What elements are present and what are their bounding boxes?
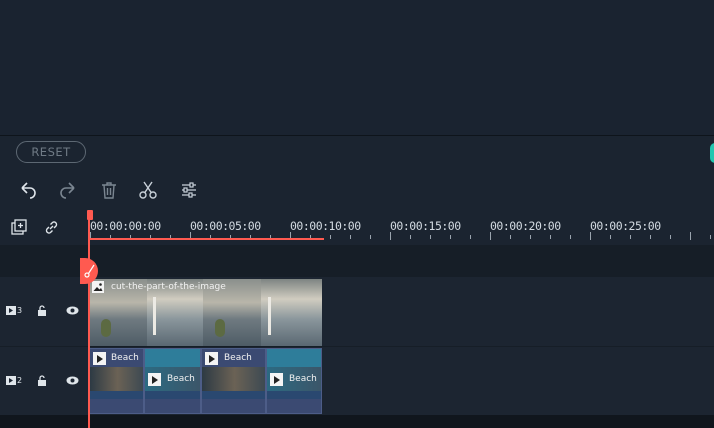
clip-waveform bbox=[202, 391, 265, 399]
ruler-major-tick bbox=[590, 232, 591, 240]
clip-waveform bbox=[267, 391, 321, 399]
clip-thumbnail bbox=[202, 367, 265, 391]
tick-label: 00:00:25:00 bbox=[590, 219, 661, 233]
redo-icon[interactable] bbox=[58, 180, 78, 200]
clip-thumbnail bbox=[267, 349, 321, 367]
playhead-handle[interactable] bbox=[87, 210, 93, 220]
ruler-minor-tick bbox=[470, 235, 471, 239]
scissors-icon bbox=[84, 264, 95, 278]
play-icon bbox=[93, 352, 106, 365]
clip-waveform bbox=[90, 391, 143, 399]
clip-label: Beach bbox=[167, 374, 195, 384]
clip-title: cut-the-part-of-the-image bbox=[111, 282, 226, 292]
track-3: 3 cut-the-part-of-the-image bbox=[0, 277, 714, 346]
sliders-icon[interactable] bbox=[179, 180, 199, 200]
ruler-minor-tick bbox=[550, 235, 551, 239]
link-icon[interactable] bbox=[43, 219, 60, 236]
add-track-icon[interactable] bbox=[11, 219, 28, 236]
eye-icon[interactable] bbox=[66, 306, 79, 315]
timeline-bottom bbox=[0, 415, 714, 428]
tick-label: 00:00:05:00 bbox=[190, 219, 261, 233]
image-clip-icon bbox=[92, 281, 104, 293]
ruler-major-tick bbox=[390, 232, 391, 240]
beach-clip[interactable]: Beach bbox=[201, 348, 266, 414]
reset-button[interactable]: RESET bbox=[16, 141, 86, 163]
video-track-icon bbox=[6, 306, 16, 315]
play-icon bbox=[148, 373, 161, 386]
tick-label: 00:00:10:00 bbox=[290, 219, 361, 233]
play-icon bbox=[205, 352, 218, 365]
thumbnail-object bbox=[153, 297, 156, 335]
clip-label: Beach bbox=[224, 353, 252, 363]
track-number: 2 bbox=[17, 376, 23, 385]
ruler-minor-tick bbox=[630, 235, 631, 239]
empty-track-row bbox=[0, 245, 714, 277]
clip-waveform bbox=[145, 391, 200, 399]
thumbnail-object bbox=[101, 319, 111, 337]
ruler-minor-tick bbox=[510, 235, 511, 239]
accent-indicator bbox=[710, 143, 714, 163]
ruler-minor-tick bbox=[610, 235, 611, 239]
track-number: 3 bbox=[17, 306, 23, 315]
ruler-major-tick bbox=[690, 232, 691, 240]
playhead-line[interactable] bbox=[88, 210, 90, 428]
clip-thumbnail bbox=[145, 349, 200, 367]
timeline-toolbar bbox=[0, 170, 714, 210]
tick-label: 00:00:15:00 bbox=[390, 219, 461, 233]
eye-icon[interactable] bbox=[66, 376, 79, 385]
scissors-icon[interactable] bbox=[138, 180, 158, 200]
clip-label: Beach bbox=[111, 353, 139, 363]
trash-icon[interactable] bbox=[99, 180, 119, 200]
ruler-minor-tick bbox=[350, 235, 351, 239]
video-clip[interactable]: cut-the-part-of-the-image bbox=[89, 279, 322, 346]
play-icon bbox=[270, 373, 283, 386]
playhead-range-bar bbox=[89, 238, 324, 240]
ruler-minor-tick bbox=[330, 235, 331, 239]
clip-thumbnail bbox=[90, 367, 143, 391]
ruler-minor-tick bbox=[370, 235, 371, 239]
track-2-header: 2 bbox=[0, 347, 88, 415]
beach-clip[interactable]: Beach bbox=[144, 348, 201, 414]
thumbnail-object bbox=[215, 319, 225, 337]
lock-open-icon[interactable] bbox=[37, 305, 47, 316]
ruler-minor-tick bbox=[570, 235, 571, 239]
clip-label: Beach bbox=[289, 374, 317, 384]
ruler-major-tick bbox=[490, 232, 491, 240]
preview-area bbox=[0, 0, 714, 135]
track-3-header: 3 bbox=[0, 277, 88, 346]
ruler-minor-tick bbox=[430, 235, 431, 239]
ruler-minor-tick bbox=[530, 235, 531, 239]
timeline-ruler[interactable]: 00:00:00:00 00:00:05:00 00:00:10:00 00:0… bbox=[0, 210, 714, 245]
ruler-minor-tick bbox=[450, 235, 451, 239]
ruler-minor-tick bbox=[710, 235, 711, 239]
tick-label: 00:00:20:00 bbox=[490, 219, 561, 233]
tick-label: 00:00:00:00 bbox=[90, 219, 161, 233]
undo-icon[interactable] bbox=[18, 180, 38, 200]
reset-bar: RESET bbox=[0, 135, 714, 171]
thumbnail-object bbox=[268, 297, 271, 335]
beach-clip[interactable]: Beach bbox=[89, 348, 144, 414]
ruler-minor-tick bbox=[670, 235, 671, 239]
ruler-minor-tick bbox=[650, 235, 651, 239]
beach-clip[interactable]: Beach bbox=[266, 348, 322, 414]
lock-open-icon[interactable] bbox=[37, 375, 47, 386]
ruler-minor-tick bbox=[410, 235, 411, 239]
video-track-icon bbox=[6, 376, 16, 385]
track-2: 2 Beach Beach Beach Beach bbox=[0, 347, 714, 415]
